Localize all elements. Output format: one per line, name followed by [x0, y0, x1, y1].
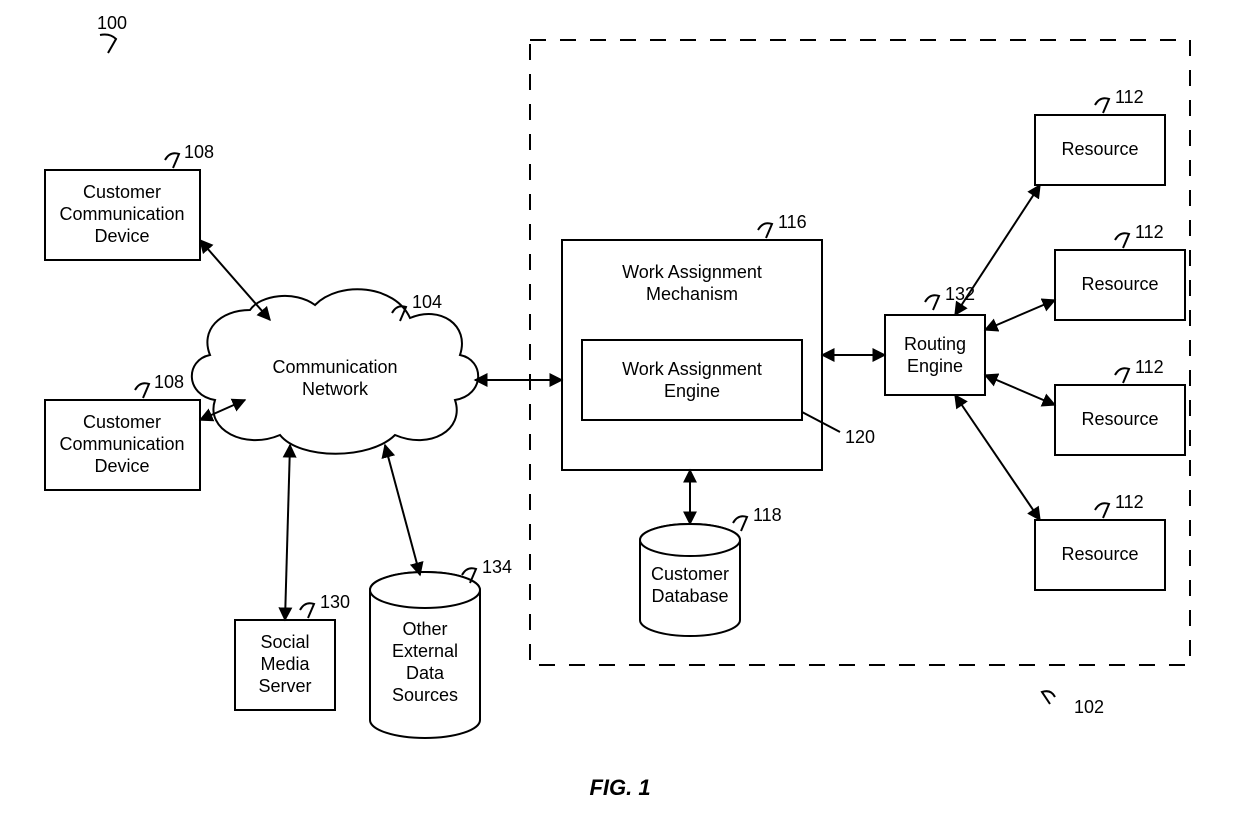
cust-device-1-line2: Communication	[59, 204, 184, 224]
cust-device-2-line2: Communication	[59, 434, 184, 454]
network-label-line1: Communication	[272, 357, 397, 377]
ref-cust-device-2: 108	[154, 372, 184, 392]
ref-cdb: 118	[753, 505, 782, 525]
leader-icon	[733, 516, 747, 531]
leader-icon	[1042, 691, 1055, 704]
ext-line2: External	[392, 641, 458, 661]
leader-icon	[135, 383, 149, 398]
social-line1: Social	[260, 632, 309, 652]
connector	[955, 185, 1040, 315]
external-data-sources: Other External Data Sources	[370, 572, 480, 738]
ref-resource-2: 112	[1135, 222, 1164, 242]
re-line1: Routing	[904, 334, 966, 354]
wam-line2: Mechanism	[646, 284, 738, 304]
wae-line1: Work Assignment	[622, 359, 762, 379]
cust-device-2-line1: Customer	[83, 412, 161, 432]
cust-device-2-line3: Device	[94, 456, 149, 476]
connector	[955, 395, 1040, 520]
communication-network: Communication Network	[192, 289, 478, 454]
wam-line1: Work Assignment	[622, 262, 762, 282]
ref-ext: 134	[482, 557, 512, 577]
ref-network: 104	[412, 292, 442, 312]
wae-line2: Engine	[664, 381, 720, 401]
ext-line1: Other	[402, 619, 447, 639]
social-line3: Server	[258, 676, 311, 696]
connector	[985, 300, 1055, 330]
ref-cust-device-1: 108	[184, 142, 214, 162]
cdb-line1: Customer	[651, 564, 729, 584]
leader-icon	[1115, 233, 1129, 248]
connector	[285, 445, 290, 620]
ref-resource-4: 112	[1115, 492, 1144, 512]
ref-contact-center: 102	[1074, 697, 1104, 717]
leader-icon	[300, 603, 314, 618]
leader-icon	[1115, 368, 1129, 383]
cust-device-1-line1: Customer	[83, 182, 161, 202]
resource-4-label: Resource	[1061, 544, 1138, 564]
ref-social: 130	[320, 592, 350, 612]
cust-device-1-line3: Device	[94, 226, 149, 246]
network-label-line2: Network	[302, 379, 369, 399]
social-line2: Media	[260, 654, 310, 674]
customer-database: Customer Database	[640, 524, 740, 636]
leader-icon	[165, 153, 179, 168]
leader-icon	[1095, 503, 1109, 518]
resource-3-label: Resource	[1081, 409, 1158, 429]
connector	[385, 445, 420, 575]
figure-label: FIG. 1	[589, 775, 650, 800]
cdb-line2: Database	[651, 586, 728, 606]
resource-2-label: Resource	[1081, 274, 1158, 294]
leader-icon	[1095, 98, 1109, 113]
ext-line3: Data	[406, 663, 445, 683]
leader-icon	[925, 295, 939, 310]
ref-system: 100	[97, 13, 127, 33]
connector	[985, 375, 1055, 405]
ref-wam: 116	[778, 212, 807, 232]
re-line2: Engine	[907, 356, 963, 376]
ref-routing: 132	[945, 284, 975, 304]
ref-resource-1: 112	[1115, 87, 1144, 107]
connector	[200, 240, 270, 320]
ext-line4: Sources	[392, 685, 458, 705]
ref-resource-3: 112	[1135, 357, 1164, 377]
leader-icon	[100, 35, 116, 54]
ref-wae: 120	[845, 427, 875, 447]
resource-1-label: Resource	[1061, 139, 1138, 159]
leader-icon	[758, 223, 772, 238]
